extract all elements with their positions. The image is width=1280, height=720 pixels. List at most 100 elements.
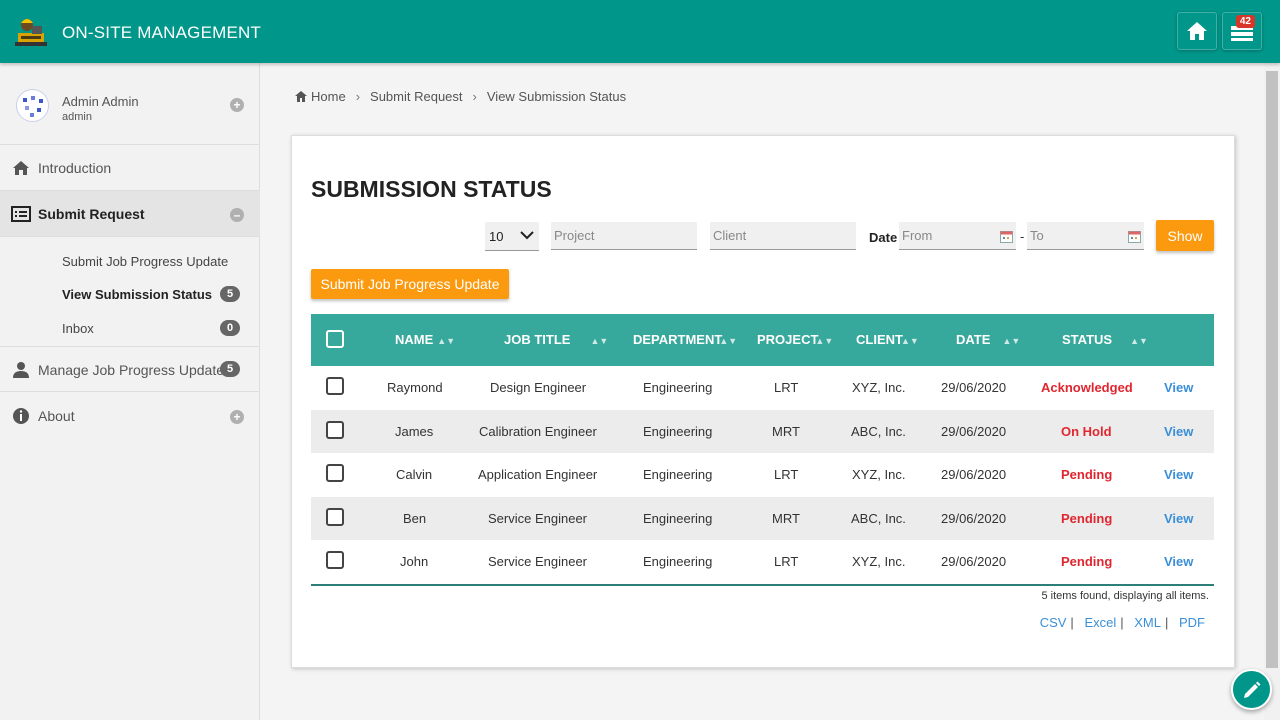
client-filter-input[interactable] xyxy=(710,222,856,250)
cell-department: Engineering xyxy=(643,467,713,483)
show-button[interactable]: Show xyxy=(1156,220,1214,251)
row-checkbox[interactable] xyxy=(326,420,344,439)
column-header-department[interactable]: DEPARTMENT▲▼ xyxy=(633,332,737,347)
view-link[interactable]: View xyxy=(1164,554,1193,569)
page-scrollbar[interactable] xyxy=(1264,63,1280,720)
cell-date: 29/06/2020 xyxy=(941,554,1007,570)
items-found-text: 5 items found, displaying all items. xyxy=(1041,590,1209,602)
sidebar: Admin Admin admin + Introduction Submit … xyxy=(0,63,260,720)
submission-status-panel: SUBMISSION STATUS 10 Date - Show Submit … xyxy=(291,135,1235,668)
page-title: SUBMISSION STATUS xyxy=(311,176,552,202)
sort-icon: ▲▼ xyxy=(900,336,919,346)
cell-client: XYZ, Inc. xyxy=(852,380,906,395)
date-label: Date xyxy=(869,230,898,245)
user-icon xyxy=(13,362,29,378)
cell-project: LRT xyxy=(774,554,799,570)
submission-table: NAME ▲▼ JOB TITLE ▲▼ DEPARTMENT▲▼ PROJECT▲… xyxy=(311,314,1214,586)
manage-job-count-badge: 5 xyxy=(220,361,240,377)
cell-department: Engineering xyxy=(643,423,713,439)
export-links: CSV | Excel | XML | PDF xyxy=(1040,615,1205,630)
sidebar-subitem-submit-job-progress-update[interactable]: Submit Job Progress Update xyxy=(62,254,228,269)
cell-name: James xyxy=(395,423,434,439)
column-header-status[interactable]: STATUS ▲▼ xyxy=(1062,332,1148,347)
export-csv-link[interactable]: CSV xyxy=(1040,615,1067,630)
row-checkbox[interactable] xyxy=(326,507,344,526)
sidebar-item-about[interactable]: About + xyxy=(0,393,260,439)
calendar-icon[interactable] xyxy=(1000,230,1013,243)
status-badge: Pending xyxy=(1061,467,1113,483)
user-role: admin xyxy=(62,111,92,123)
expand-about-button[interactable]: + xyxy=(230,410,244,424)
notifications-button[interactable]: 42 xyxy=(1222,12,1262,50)
view-link[interactable]: View xyxy=(1164,467,1193,482)
column-header-project[interactable]: PROJECT▲▼ xyxy=(757,332,833,347)
breadcrumb: Home › Submit Request › View Submission … xyxy=(295,89,626,104)
row-checkbox[interactable] xyxy=(326,551,344,570)
date-from-input[interactable] xyxy=(899,222,1016,250)
table-row: Calvin Application Engineer Engineering … xyxy=(311,453,1214,497)
cell-client: XYZ, Inc. xyxy=(852,554,906,570)
sidebar-item-manage-job-progress[interactable]: Manage Job Progress Update 5 xyxy=(0,346,260,392)
sort-icon: ▲▼ xyxy=(590,336,609,346)
cell-job-title: Service Engineer xyxy=(488,510,587,526)
select-all-checkbox[interactable] xyxy=(326,330,344,348)
edit-fab-button[interactable] xyxy=(1231,669,1272,710)
top-bar: ON-SITE MANAGEMENT 42 xyxy=(0,0,1280,63)
project-filter-input[interactable] xyxy=(551,222,697,250)
date-to-input[interactable] xyxy=(1027,222,1144,250)
export-xml-link[interactable]: XML xyxy=(1134,615,1161,630)
user-profile: Admin Admin admin + xyxy=(0,63,260,145)
cell-date: 29/06/2020 xyxy=(941,423,1007,439)
cell-name: Raymond xyxy=(387,380,443,395)
status-badge: On Hold xyxy=(1061,423,1112,439)
export-pdf-link[interactable]: PDF xyxy=(1179,615,1205,630)
cell-job-title: Service Engineer xyxy=(488,554,587,570)
sort-icon: ▲▼ xyxy=(815,336,834,346)
sidebar-subitem-inbox[interactable]: Inbox xyxy=(62,321,94,336)
cell-date: 29/06/2020 xyxy=(941,467,1007,483)
sidebar-subitem-view-submission-status[interactable]: View Submission Status xyxy=(62,287,212,302)
cell-date: 29/06/2020 xyxy=(941,510,1007,526)
table-row: John Service Engineer Engineering LRT XY… xyxy=(311,540,1214,584)
export-excel-link[interactable]: Excel xyxy=(1084,615,1116,630)
export-separator: | xyxy=(1120,615,1124,630)
app-title: ON-SITE MANAGEMENT xyxy=(62,23,262,42)
sidebar-item-introduction[interactable]: Introduction xyxy=(0,145,260,191)
collapse-submit-request-button[interactable]: – xyxy=(230,208,244,222)
column-header-client[interactable]: CLIENT▲▼ xyxy=(856,332,919,347)
expand-user-button[interactable]: + xyxy=(230,98,244,112)
breadcrumb-home-link[interactable]: Home xyxy=(311,89,346,104)
submit-job-progress-update-button[interactable]: Submit Job Progress Update xyxy=(311,269,509,299)
home-button[interactable] xyxy=(1177,12,1217,50)
column-header-name[interactable]: NAME ▲▼ xyxy=(395,332,455,347)
view-link[interactable]: View xyxy=(1164,424,1193,439)
status-badge: Acknowledged xyxy=(1041,380,1133,395)
sidebar-item-submit-request[interactable]: Submit Request – xyxy=(0,191,260,237)
view-link[interactable]: View xyxy=(1164,380,1193,395)
cell-client: ABC, Inc. xyxy=(851,510,906,526)
cell-project: MRT xyxy=(772,510,800,526)
table-bottom-border xyxy=(311,583,1214,586)
cell-name: Calvin xyxy=(396,467,433,483)
chevron-down-icon xyxy=(520,231,534,240)
info-icon xyxy=(13,408,29,424)
sidebar-item-label: Introduction xyxy=(38,160,112,176)
column-header-job-title[interactable]: JOB TITLE ▲▼ xyxy=(504,332,608,347)
user-name: Admin Admin xyxy=(62,94,139,109)
notification-count-badge: 42 xyxy=(1235,15,1255,28)
breadcrumb-submit-request-link[interactable]: Submit Request xyxy=(370,89,463,104)
status-badge: Pending xyxy=(1061,510,1113,526)
scrollbar-thumb[interactable] xyxy=(1266,71,1278,668)
row-checkbox[interactable] xyxy=(326,464,344,483)
date-range-dash: - xyxy=(1020,229,1025,244)
column-header-date[interactable]: DATE ▲▼ xyxy=(956,332,1020,347)
sort-icon: ▲▼ xyxy=(1002,336,1021,346)
cell-job-title: Application Engineer xyxy=(478,467,598,483)
sidebar-item-label: About xyxy=(38,408,75,424)
page-size-select[interactable]: 10 xyxy=(485,222,539,251)
view-link[interactable]: View xyxy=(1164,511,1193,526)
page-size-value: 10 xyxy=(489,229,504,244)
row-checkbox[interactable] xyxy=(326,377,344,395)
table-row: Ben Service Engineer Engineering MRT ABC… xyxy=(311,496,1214,541)
calendar-icon[interactable] xyxy=(1128,230,1141,243)
